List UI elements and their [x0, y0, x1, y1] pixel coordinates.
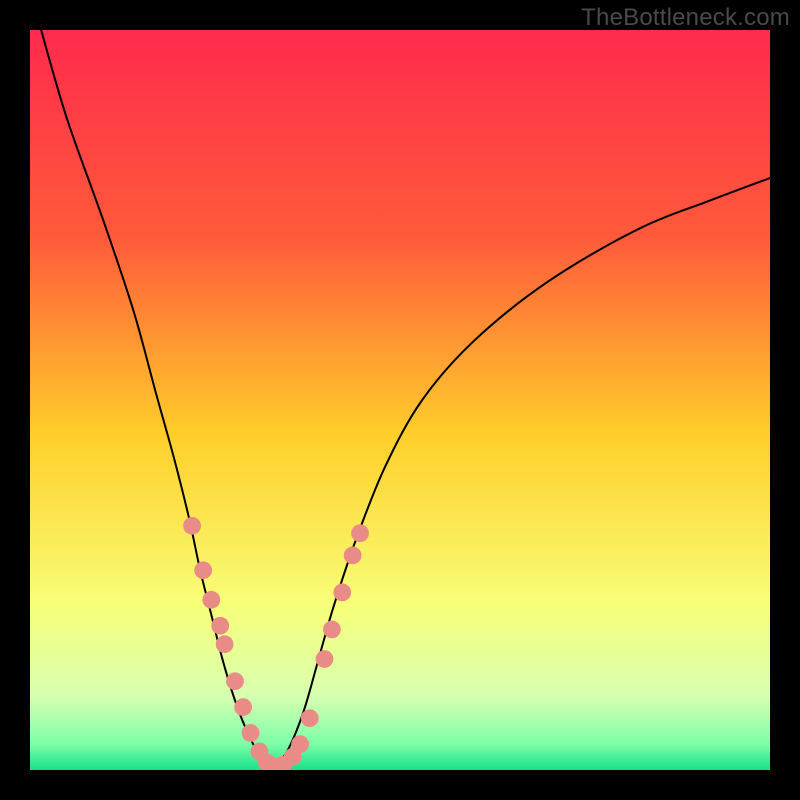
marker-dot [351, 524, 369, 542]
marker-dot [234, 698, 252, 716]
plot-area [30, 30, 770, 770]
gradient-background [30, 30, 770, 770]
marker-dot [344, 547, 362, 565]
marker-dot [291, 735, 309, 753]
marker-dot [216, 635, 234, 653]
marker-dot [226, 672, 244, 690]
marker-dot [323, 621, 341, 639]
marker-dot [202, 591, 220, 609]
watermark-text: TheBottleneck.com [581, 4, 790, 32]
marker-dot [211, 617, 229, 635]
marker-dot [242, 724, 260, 742]
chart-frame: TheBottleneck.com [0, 0, 800, 800]
marker-dot [333, 584, 351, 602]
marker-dot [194, 561, 212, 579]
marker-dot [301, 709, 319, 727]
marker-dot [316, 650, 334, 668]
plot-svg [30, 30, 770, 770]
marker-dot [183, 517, 201, 535]
